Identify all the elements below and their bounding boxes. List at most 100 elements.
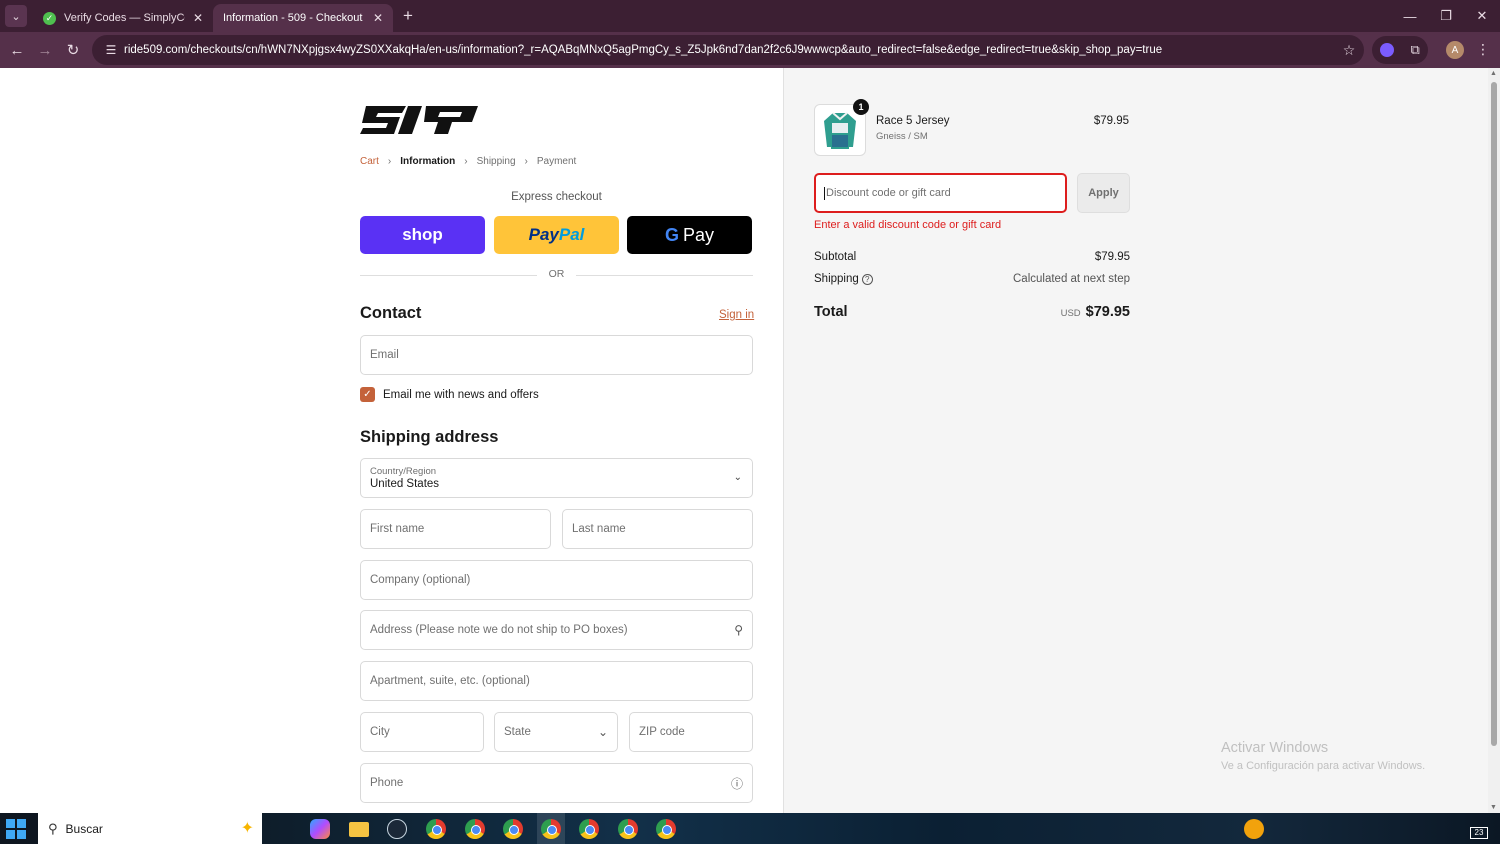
chrome-icon[interactable] xyxy=(465,819,485,839)
sparkle-icon: ✦ xyxy=(240,820,254,837)
puzzle-icon[interactable]: ⧉ xyxy=(1411,42,1420,58)
first-name-field[interactable]: First name xyxy=(360,509,551,549)
or-label: OR xyxy=(548,268,565,280)
windows-activation-watermark: Activar Windows Ve a Configuración para … xyxy=(1221,740,1425,772)
scroll-thumb[interactable] xyxy=(1491,82,1497,746)
scroll-up-arrow-icon[interactable]: ▲ xyxy=(1490,70,1497,77)
shop-pay-button[interactable]: shop xyxy=(360,216,485,254)
paypal-label-b: Pal xyxy=(558,225,585,244)
help-circle-icon[interactable]: ? xyxy=(861,274,873,285)
state-placeholder: State xyxy=(504,726,531,738)
tab-verify-codes[interactable]: ✓ Verify Codes — SimplyCodes ✕ xyxy=(33,4,213,32)
shipping-address-title: Shipping address xyxy=(360,428,499,446)
breadcrumb-cart[interactable]: Cart xyxy=(360,156,379,167)
url-text[interactable]: ride509.com/checkouts/cn/hWN7NXpjgsx4wyZ… xyxy=(124,44,1334,56)
newsletter-option[interactable]: ✓ Email me with news and offers xyxy=(360,387,539,402)
subtotal-value: $79.95 xyxy=(1094,251,1130,263)
extension-icon[interactable] xyxy=(1380,43,1395,57)
state-select[interactable]: State ⌄ xyxy=(494,712,618,752)
shop-pay-label: shop xyxy=(402,225,443,244)
windows-start-icon[interactable] xyxy=(6,819,26,839)
tab-close-icon[interactable]: ✕ xyxy=(373,11,383,25)
email-field[interactable]: Email xyxy=(360,335,753,375)
copilot-icon[interactable] xyxy=(310,819,330,839)
last-name-field[interactable]: Last name xyxy=(562,509,753,549)
brand-logo xyxy=(360,106,478,134)
breadcrumb-shipping: Shipping xyxy=(476,156,516,167)
tab-search-chevron-icon[interactable]: ⌄ xyxy=(5,5,27,27)
site-settings-icon[interactable]: ☰ xyxy=(100,43,122,57)
city-field[interactable]: City xyxy=(360,712,484,752)
apartment-field[interactable]: Apartment, suite, etc. (optional) xyxy=(360,661,753,701)
minimize-icon[interactable]: — xyxy=(1392,0,1428,32)
total-row: Total USD $79.95 xyxy=(814,304,1130,320)
activation-line-2: Ve a Configuración para activar Windows. xyxy=(1221,760,1426,772)
address-placeholder: Address (Please note we do not ship to P… xyxy=(370,624,628,636)
shipping-label: Shipping xyxy=(814,273,859,285)
product-variant: Gneiss / SM xyxy=(876,131,928,142)
checkout-main: Cart › Information › Shipping › Payment … xyxy=(0,68,783,813)
subtotal-row: Subtotal $79.95 xyxy=(814,251,1130,263)
chrome-icon[interactable] xyxy=(426,819,446,839)
apply-discount-button[interactable]: Apply xyxy=(1077,173,1130,213)
address-bar[interactable]: ☰ ride509.com/checkouts/cn/hWN7NXpjgsx4w… xyxy=(92,35,1364,65)
address-field[interactable]: Address (Please note we do not ship to P… xyxy=(360,610,753,650)
uv-app-icon[interactable] xyxy=(1244,819,1264,839)
total-currency: USD xyxy=(1060,308,1081,319)
paypal-button[interactable]: Pay Pal xyxy=(494,216,619,254)
chevron-right-icon: › xyxy=(524,156,528,167)
city-placeholder: City xyxy=(370,726,390,738)
chrome-icon[interactable] xyxy=(503,819,523,839)
reload-icon[interactable]: ↻ xyxy=(59,36,87,64)
back-arrow-icon[interactable]: ← xyxy=(3,36,31,64)
chrome-icon[interactable] xyxy=(618,819,638,839)
tab-label: Verify Codes — SimplyCodes xyxy=(64,12,185,24)
last-name-placeholder: Last name xyxy=(572,523,626,535)
chevron-down-icon: ⌄ xyxy=(597,725,608,739)
profile-avatar[interactable]: A xyxy=(1446,41,1464,59)
menu-kebab-icon[interactable]: ⋮ xyxy=(1476,41,1490,58)
text-caret xyxy=(824,186,825,200)
google-pay-button[interactable]: G Pay xyxy=(627,216,752,254)
forward-arrow-icon[interactable]: → xyxy=(31,36,59,64)
tab-close-icon[interactable]: ✕ xyxy=(193,11,203,25)
simplycodes-favicon-icon: ✓ xyxy=(43,11,56,25)
taskbar-search[interactable]: ⚲ Buscar ✦ xyxy=(38,813,262,844)
restore-icon[interactable]: ❐ xyxy=(1428,0,1464,32)
discount-placeholder: Discount code or gift card xyxy=(826,187,951,199)
steam-icon[interactable] xyxy=(387,819,407,839)
breadcrumb: Cart › Information › Shipping › Payment xyxy=(360,156,576,167)
window-controls: — ❐ ✕ xyxy=(1392,0,1500,32)
search-icon: ⚲ xyxy=(48,820,58,836)
apartment-placeholder: Apartment, suite, etc. (optional) xyxy=(370,675,530,687)
breadcrumb-information: Information xyxy=(400,156,456,167)
chrome-icon[interactable] xyxy=(541,819,561,839)
total-label: Total xyxy=(814,304,848,320)
chevron-down-icon: ⌄ xyxy=(733,472,742,483)
discount-code-input[interactable]: Discount code or gift card xyxy=(814,173,1067,213)
new-tab-plus-icon[interactable]: + xyxy=(403,6,413,26)
sign-in-link[interactable]: Sign in xyxy=(719,309,754,321)
newsletter-checkbox-icon[interactable]: ✓ xyxy=(360,387,375,402)
chrome-icon[interactable] xyxy=(656,819,676,839)
jersey-image-icon xyxy=(824,112,856,149)
scroll-down-arrow-icon[interactable]: ▼ xyxy=(1490,804,1497,811)
notification-count[interactable]: 23 xyxy=(1470,827,1488,839)
close-window-icon[interactable]: ✕ xyxy=(1464,0,1500,32)
phone-field[interactable]: Phone ⓘ xyxy=(360,763,753,803)
help-circle-icon[interactable]: ⓘ xyxy=(731,775,743,792)
company-field[interactable]: Company (optional) xyxy=(360,560,753,600)
first-name-placeholder: First name xyxy=(370,523,425,535)
chevron-right-icon: › xyxy=(387,156,392,167)
page-scrollbar[interactable]: ▲ ▼ xyxy=(1488,68,1500,813)
country-label: Country/Region xyxy=(370,466,437,477)
zip-field[interactable]: ZIP code xyxy=(629,712,753,752)
zip-placeholder: ZIP code xyxy=(639,726,685,738)
product-name: Race 5 Jersey xyxy=(876,115,950,127)
order-summary: 1 Race 5 Jersey Gneiss / SM $79.95 Disco… xyxy=(783,68,1488,813)
file-explorer-icon[interactable] xyxy=(349,822,369,837)
tab-checkout[interactable]: 5 Information - 509 - Checkout ✕ xyxy=(213,4,582,52)
country-select[interactable]: Country/Region United States ⌄ xyxy=(360,458,753,498)
bookmark-star-icon[interactable]: ☆ xyxy=(1334,42,1364,59)
chrome-icon[interactable] xyxy=(579,819,599,839)
